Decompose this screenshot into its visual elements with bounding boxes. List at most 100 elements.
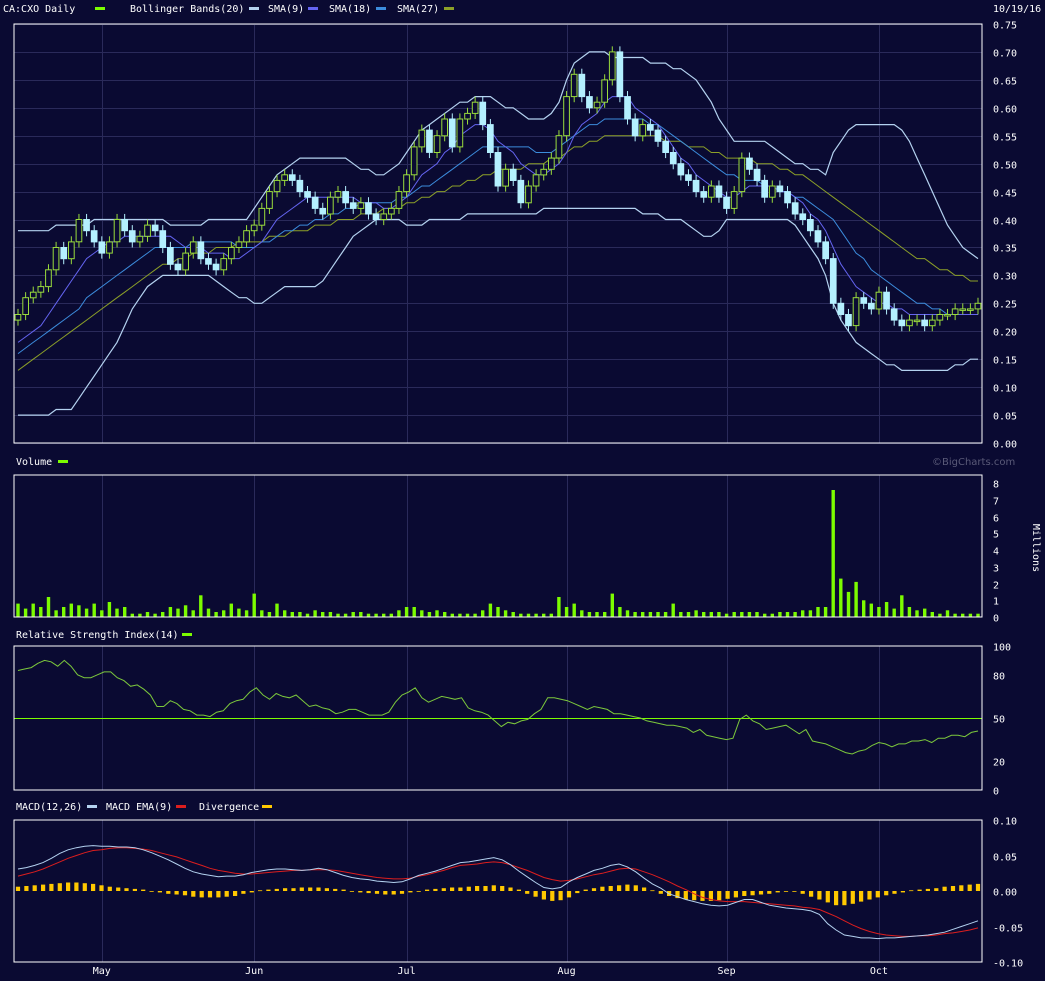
volume-bar-84 bbox=[656, 612, 660, 617]
volume-ytick-2: 2 bbox=[993, 581, 999, 592]
volume-bar-76 bbox=[595, 612, 599, 617]
divergence-bar-58 bbox=[500, 886, 505, 891]
divergence-bar-93 bbox=[792, 891, 797, 892]
volume-bar-65 bbox=[511, 612, 515, 617]
volume-bar-36 bbox=[290, 612, 294, 617]
candle-body-16 bbox=[136, 235, 144, 243]
volume-bar-91 bbox=[709, 612, 713, 617]
divergence-bar-105 bbox=[892, 891, 897, 894]
divergence-bar-64 bbox=[550, 891, 555, 901]
divergence-bar-41 bbox=[358, 891, 363, 893]
candle-body-114 bbox=[883, 291, 890, 310]
divergence-bar-68 bbox=[583, 889, 588, 891]
volume-bar-3 bbox=[39, 607, 43, 617]
divergence-bar-59 bbox=[508, 887, 513, 891]
candle-body-84 bbox=[654, 129, 662, 142]
macd-ytick-1: 0.05 bbox=[993, 853, 1017, 864]
volume-bar-50 bbox=[397, 610, 401, 617]
divergence-bar-5 bbox=[57, 883, 62, 891]
volume-ylabel: Millions bbox=[1030, 524, 1041, 572]
divergence-bar-53 bbox=[458, 887, 463, 891]
divergence-bar-46 bbox=[399, 891, 405, 894]
candle-body-88 bbox=[685, 174, 692, 181]
volume-bar-14 bbox=[123, 607, 127, 617]
volume-bar-8 bbox=[77, 605, 81, 617]
candle-body-62 bbox=[487, 124, 494, 153]
candle-body-51 bbox=[403, 174, 410, 193]
price-ytick-9: 0.45 bbox=[993, 189, 1017, 200]
divergence-bar-49 bbox=[425, 889, 430, 891]
divergence-bar-62 bbox=[533, 891, 538, 897]
volume-bar-83 bbox=[648, 612, 653, 617]
divergence-bar-29 bbox=[258, 890, 263, 892]
price-ytick-2: 0.10 bbox=[993, 384, 1017, 395]
divergence-bar-22 bbox=[199, 891, 204, 898]
volume-ytick-8: 8 bbox=[993, 480, 999, 491]
divergence-bar-114 bbox=[967, 884, 972, 891]
macd-ema-legend-swatch bbox=[176, 805, 186, 808]
candle-body-47 bbox=[372, 213, 380, 220]
volume-bar-72 bbox=[564, 607, 569, 617]
volume-bar-105 bbox=[816, 607, 820, 617]
divergence-legend-swatch bbox=[262, 805, 272, 808]
divergence-bar-67 bbox=[575, 891, 580, 894]
divergence-bar-33 bbox=[291, 888, 296, 891]
symbol-legend-swatch bbox=[95, 7, 105, 10]
divergence-bar-108 bbox=[917, 889, 922, 891]
candle-body-33 bbox=[266, 191, 273, 209]
price-ytick-15: 0.75 bbox=[993, 21, 1017, 32]
candle-body-60 bbox=[471, 101, 479, 114]
candle-body-44 bbox=[349, 202, 357, 209]
volume-bar-95 bbox=[740, 612, 744, 617]
candle-body-53 bbox=[418, 129, 426, 148]
volume-bar-13 bbox=[115, 608, 119, 617]
candle-body-35 bbox=[281, 174, 288, 181]
volume-bar-32 bbox=[260, 610, 264, 617]
volume-bar-12 bbox=[107, 602, 112, 617]
candle-body-8 bbox=[75, 219, 83, 243]
volume-ytick-7: 7 bbox=[993, 497, 999, 508]
volume-bar-81 bbox=[633, 612, 637, 617]
volume-bar-62 bbox=[488, 603, 493, 617]
candle-body-77 bbox=[601, 79, 608, 103]
divergence-bar-96 bbox=[817, 891, 822, 900]
candle-body-6 bbox=[60, 247, 68, 260]
divergence-bar-102 bbox=[867, 891, 872, 900]
legend-bollinger-label: Bollinger Bands(20) bbox=[130, 4, 244, 15]
volume-bar-54 bbox=[427, 612, 432, 617]
divergence-bar-61 bbox=[525, 891, 530, 894]
divergence-bar-8 bbox=[82, 883, 87, 891]
candle-body-104 bbox=[807, 219, 814, 232]
macd-legend-label: MACD(12,26) bbox=[16, 802, 82, 813]
macd-ytick-3: -0.05 bbox=[993, 924, 1023, 935]
candle-body-20 bbox=[167, 247, 174, 265]
volume-bar-79 bbox=[618, 607, 622, 617]
candle-body-13 bbox=[113, 219, 121, 243]
candle-body-0 bbox=[14, 314, 22, 321]
x-label-oct: Oct bbox=[870, 966, 888, 977]
candle-body-5 bbox=[52, 247, 60, 271]
divergence-bar-23 bbox=[207, 891, 213, 898]
divergence-bar-25 bbox=[224, 891, 229, 897]
divergence-bar-85 bbox=[725, 891, 730, 899]
volume-bar-25 bbox=[206, 608, 211, 617]
candle-body-28 bbox=[228, 247, 235, 260]
candle-body-83 bbox=[647, 124, 654, 131]
candle-body-78 bbox=[608, 51, 616, 81]
divergence-bar-90 bbox=[767, 891, 772, 894]
legend-sma27-label: SMA(27) bbox=[397, 4, 439, 15]
price-ytick-4: 0.20 bbox=[993, 328, 1017, 339]
divergence-bar-109 bbox=[925, 888, 930, 891]
rsi-ytick-4: 100 bbox=[993, 643, 1011, 654]
macd-ytick-2: 0.00 bbox=[993, 888, 1017, 899]
candle-body-74 bbox=[578, 73, 586, 98]
divergence-bar-3 bbox=[41, 884, 46, 891]
price-ytick-0: 0.00 bbox=[993, 440, 1017, 451]
candle-body-21 bbox=[174, 263, 182, 271]
volume-bar-31 bbox=[252, 593, 256, 617]
candle-body-124 bbox=[959, 308, 967, 311]
divergence-bar-26 bbox=[233, 891, 238, 896]
divergence-bar-11 bbox=[107, 886, 112, 891]
volume-bar-90 bbox=[702, 612, 706, 617]
divergence-bar-91 bbox=[775, 891, 780, 893]
